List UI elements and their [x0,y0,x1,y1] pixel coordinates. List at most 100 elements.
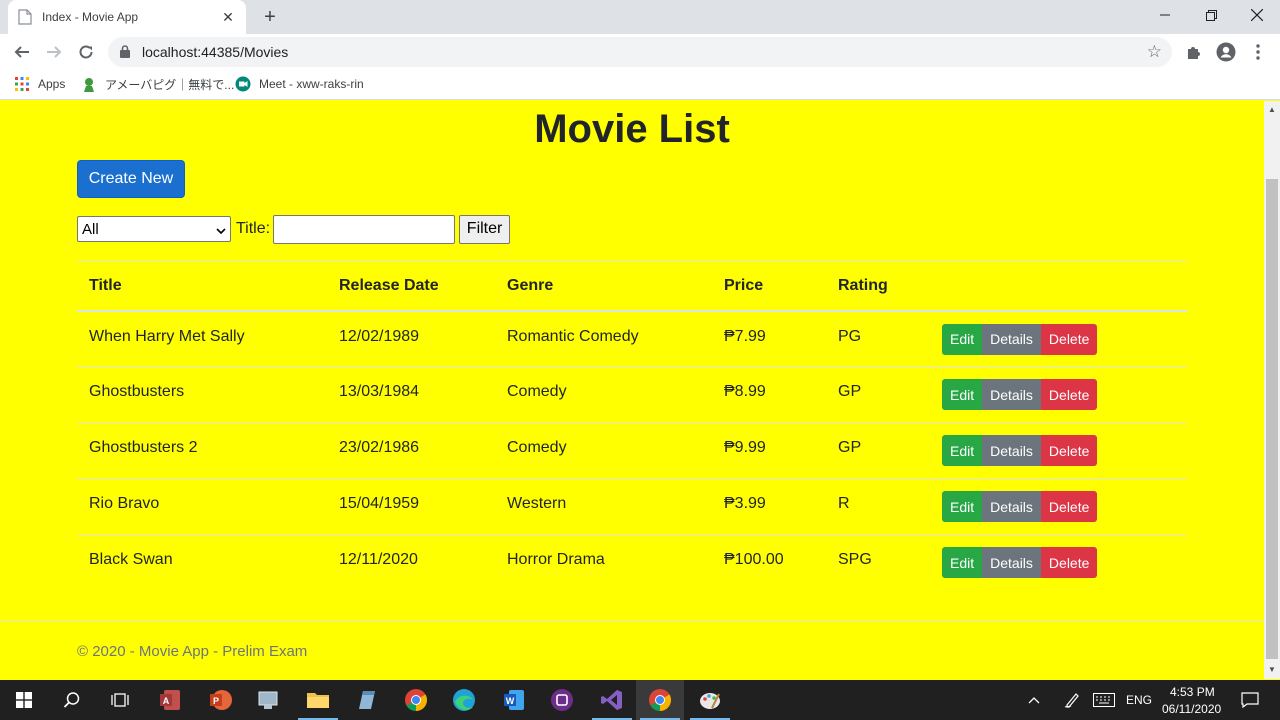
bookmark-ameba-pigg[interactable]: アメーバピグ｜無料で... [81,76,234,93]
title-filter-label: Title: [236,220,271,237]
browser-tab[interactable]: Index - Movie App ✕ [8,0,246,34]
search-icon[interactable] [48,680,96,720]
touch-keyboard-icon[interactable] [1092,680,1116,720]
restore-icon[interactable] [1188,0,1234,30]
delete-button[interactable]: Delete [1040,435,1098,466]
scroll-down-arrow-icon[interactable]: ▼ [1268,665,1276,674]
page-content: Movie List Create New All Title: Filter … [0,101,1264,679]
clock-time[interactable]: 4:53 PM [1170,685,1215,699]
row-actions: Edit Details Delete [942,323,1098,355]
url-text: localhost:44385/Movies [142,44,289,60]
reload-icon[interactable] [72,38,100,66]
cell-title: Rio Bravo [89,495,160,512]
edit-button[interactable]: Edit [942,547,983,578]
chrome-app-icon[interactable] [392,680,440,720]
delete-button[interactable]: Delete [1040,547,1098,578]
teams-app-icon[interactable] [538,680,586,720]
extensions-puzzle-icon[interactable] [1184,42,1204,62]
cell-genre: Western [507,495,567,512]
notepad-app-icon[interactable] [342,680,390,720]
cell-release-date: 12/02/1989 [339,327,420,345]
page-title: Movie List [534,107,730,151]
bookmark-meet[interactable]: Meet - xww-raks-rin [235,76,364,92]
cell-actions: Edit Details Delete [930,423,1187,479]
profile-avatar-icon[interactable] [1216,42,1236,62]
delete-button[interactable]: Delete [1040,379,1098,410]
meet-icon [235,76,251,92]
table-row: Black Swan 12/11/2020 Horror Drama ₱100.… [77,535,1187,591]
task-view-icon[interactable] [96,680,144,720]
file-explorer-app-icon[interactable] [294,680,342,720]
apps-grid-icon [14,76,30,92]
scrollbar-thumb[interactable] [1266,179,1278,659]
filter-button[interactable]: Filter [459,214,511,244]
close-window-icon[interactable] [1234,0,1280,30]
vertical-scrollbar[interactable]: ▲ ▼ [1264,101,1280,679]
cell-actions: Edit Details Delete [930,479,1187,535]
chrome-active-app-icon[interactable] [636,680,684,720]
address-bar[interactable]: localhost:44385/Movies ☆ [108,37,1172,67]
taskbar: A P W ENG 4:53 PM 06/11/2020 [0,680,1280,720]
cell-genre: Horror Drama [507,551,605,568]
clock-date[interactable]: 06/11/2020 [1162,702,1221,716]
access-app-icon[interactable]: A [146,680,194,720]
notification-center-icon[interactable] [1226,680,1274,720]
page-favicon-icon [18,9,32,25]
forward-icon[interactable] [40,38,68,66]
details-button[interactable]: Details [982,323,1041,355]
cell-price: ₱9.99 [724,439,766,456]
cell-actions: Edit Details Delete [930,535,1187,591]
word-app-icon[interactable]: W [490,680,538,720]
details-button[interactable]: Details [982,547,1041,578]
row-actions: Edit Details Delete [942,491,1098,522]
cell-rating: R [838,495,850,512]
details-button[interactable]: Details [982,435,1041,466]
title-search-input[interactable] [273,214,456,244]
cell-rating: GP [838,383,862,400]
minimize-icon[interactable] [1142,0,1188,30]
windows-start-icon[interactable] [0,680,48,720]
cell-title: When Harry Met Sally [89,327,245,345]
column-header-title: Title [89,277,122,294]
edit-button[interactable]: Edit [942,323,983,355]
column-header-price: Price [724,277,764,294]
back-icon[interactable] [8,38,36,66]
control-panel-app-icon[interactable] [244,680,292,720]
edge-app-icon[interactable] [440,680,488,720]
table-row: When Harry Met Sally 12/02/1989 Romantic… [77,311,1187,367]
tab-close-icon[interactable]: ✕ [220,9,236,26]
cell-actions: Edit Details Delete [930,311,1187,367]
lock-icon[interactable] [120,45,130,63]
new-tab-icon[interactable]: + [258,6,282,28]
cell-title: Ghostbusters 2 [89,439,198,456]
delete-button[interactable]: Delete [1040,491,1098,522]
details-button[interactable]: Details [982,491,1041,522]
column-header-actions [930,261,1187,311]
delete-button[interactable]: Delete [1040,323,1098,355]
edit-button[interactable]: Edit [942,491,983,522]
pen-ink-icon[interactable] [1060,680,1084,720]
details-button[interactable]: Details [982,379,1041,410]
visual-studio-app-icon[interactable] [588,680,636,720]
paint-app-icon[interactable] [686,680,734,720]
edit-button[interactable]: Edit [942,379,983,410]
bookmark-star-icon[interactable]: ☆ [1147,42,1162,62]
scroll-up-arrow-icon[interactable]: ▲ [1268,105,1276,114]
movies-table: Title Release Date Genre Price Rating Wh… [77,260,1187,591]
row-actions: Edit Details Delete [942,547,1098,578]
input-language[interactable]: ENG [1126,693,1152,707]
chevron-down-icon [216,221,226,238]
create-new-button[interactable]: Create New [77,160,185,198]
row-actions: Edit Details Delete [942,435,1098,466]
table-row: Ghostbusters 13/03/1984 Comedy ₱8.99 GP … [77,367,1187,423]
cell-title: Black Swan [89,551,173,568]
genre-selected-value: All [82,220,99,238]
genre-select[interactable]: All [77,216,231,242]
bookmark-apps[interactable]: Apps [14,76,65,92]
tab-strip: Index - Movie App ✕ + [0,0,1280,34]
show-hidden-icons-chevron-icon[interactable] [1022,680,1046,720]
browser-menu-icon[interactable] [1248,42,1268,62]
edit-button[interactable]: Edit [942,435,983,466]
powerpoint-app-icon[interactable]: P [196,680,244,720]
cell-price: ₱100.00 [724,551,784,568]
